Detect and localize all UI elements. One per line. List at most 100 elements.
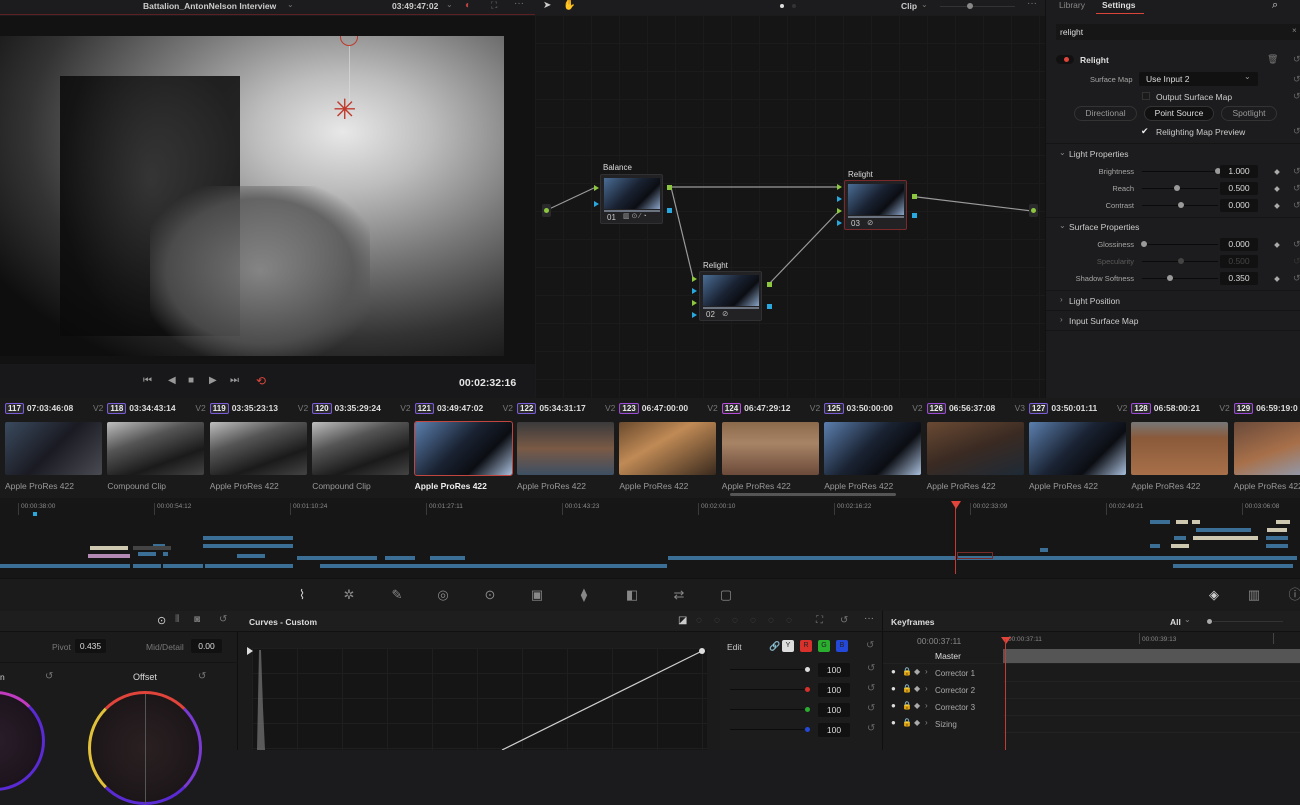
- clip-item[interactable]: 125 03:50:00:00 V2 Apple ProRes 422: [819, 398, 923, 498]
- link-icon[interactable]: 🔗: [769, 641, 780, 652]
- light-type-directional[interactable]: Directional: [1074, 106, 1137, 121]
- clip-item[interactable]: 118 03:34:43:14 V2 Compound Clip: [102, 398, 206, 498]
- lock-icon[interactable]: 🔒: [902, 701, 912, 710]
- mini-timeline[interactable]: 00:00:38:00 00:00:54:12 00:01:10:24 00:01:2…: [0, 493, 1300, 578]
- keyframe-playhead-handle[interactable]: [1001, 637, 1011, 644]
- curve-start-point[interactable]: [247, 647, 253, 655]
- viewer[interactable]: ✳: [0, 16, 535, 364]
- reset-icon[interactable]: ↺: [1293, 126, 1300, 137]
- param-slider[interactable]: [1142, 278, 1218, 279]
- expand-icon[interactable]: ⛶: [816, 615, 823, 626]
- intensity-slider[interactable]: [730, 669, 804, 670]
- timeline-clip-segment[interactable]: [1174, 536, 1186, 540]
- param-value-field[interactable]: 0.000: [1220, 199, 1258, 212]
- track-enable-dot[interactable]: ●: [891, 667, 896, 676]
- param-slider-knob[interactable]: [1174, 185, 1181, 191]
- intensity-knob[interactable]: [805, 687, 810, 692]
- intensity-knob[interactable]: [805, 667, 810, 672]
- keyframe-diamond-icon[interactable]: ◆: [914, 701, 920, 710]
- more-options-icon[interactable]: ···: [864, 613, 874, 624]
- clip-thumbnail[interactable]: [107, 422, 205, 475]
- node-output-rgb[interactable]: [667, 185, 672, 190]
- keyframe-lane[interactable]: [1003, 665, 1300, 682]
- keyframe-lane[interactable]: [1003, 682, 1300, 699]
- timeline-clip-segment[interactable]: [0, 564, 15, 568]
- timeline-clip-segment[interactable]: [1176, 520, 1188, 524]
- reset-icon[interactable]: ↺: [45, 671, 53, 682]
- tab-library[interactable]: Library: [1059, 0, 1085, 10]
- clip-thumbnail[interactable]: [209, 422, 307, 475]
- keyframe-track-row[interactable]: ● 🔒 ◆ › Corrector 3: [883, 699, 1003, 716]
- reset-icon[interactable]: ↺: [1293, 166, 1300, 177]
- node-input-alpha-2[interactable]: [837, 220, 842, 226]
- reset-icon[interactable]: ↺: [867, 683, 875, 694]
- param-value-field[interactable]: 0.500: [1220, 182, 1258, 195]
- reset-icon[interactable]: ↺: [219, 614, 227, 625]
- param-slider-knob[interactable]: [1178, 202, 1184, 208]
- loop-icon[interactable]: ⟲: [256, 374, 266, 388]
- node-input-rgb[interactable]: [692, 276, 697, 282]
- clips-scrollbar[interactable]: [730, 493, 896, 496]
- timeline-clip-segment[interactable]: [1150, 520, 1170, 524]
- pivot-field[interactable]: 0.435: [75, 639, 106, 653]
- node-output-alpha[interactable]: [767, 304, 772, 309]
- clip-item[interactable]: 123 06:47:00:00 V2 Apple ProRes 422: [614, 398, 718, 498]
- channel-g-toggle[interactable]: G: [818, 640, 830, 652]
- node-output-rgb[interactable]: [912, 194, 917, 199]
- track-enable-dot[interactable]: ●: [891, 684, 896, 693]
- clip-item[interactable]: 127 03:50:01:11 V2 Apple ProRes 422: [1024, 398, 1127, 498]
- zoom-slider[interactable]: [940, 6, 1015, 7]
- timeline-clip-segment[interactable]: [1266, 536, 1288, 540]
- param-value-field[interactable]: 0.000: [1220, 238, 1258, 251]
- clip-item[interactable]: 120 03:35:29:24 V2 Compound Clip: [307, 398, 411, 498]
- clip-item[interactable]: 124 06:47:29:12 V2 Apple ProRes 422: [717, 398, 820, 498]
- timeline-clip-segment[interactable]: [997, 556, 1297, 560]
- clip-thumbnail[interactable]: [312, 422, 410, 475]
- clip-item[interactable]: 128 06:58:00:21 V2 Apple ProRes 422: [1126, 398, 1230, 498]
- node-input-alpha[interactable]: [594, 201, 599, 207]
- keyframe-diamond-icon[interactable]: ◆: [914, 684, 920, 693]
- keyframe-zoom-slider[interactable]: [1213, 621, 1283, 622]
- lum-vs-sat-icon[interactable]: ◌: [750, 615, 756, 626]
- channel-r-toggle[interactable]: R: [800, 640, 812, 652]
- lock-icon[interactable]: 🔒: [902, 667, 912, 676]
- skip-end-icon[interactable]: ⏭: [230, 375, 239, 386]
- clip-item[interactable]: 117 07:03:46:08 V2 Apple ProRes 422: [0, 398, 103, 498]
- clip-thumbnail[interactable]: [517, 422, 614, 475]
- node-output-rgb[interactable]: [767, 282, 772, 287]
- reset-icon[interactable]: ↺: [1293, 74, 1300, 85]
- reset-icon[interactable]: ↺: [1293, 239, 1300, 250]
- param-slider-knob[interactable]: [1178, 258, 1184, 264]
- sat-vs-lum-icon[interactable]: ◌: [786, 615, 792, 626]
- playhead-handle[interactable]: [951, 501, 961, 509]
- keyframe-track-row[interactable]: ● 🔒 ◆ › Corrector 2: [883, 682, 1003, 699]
- input-surface-map-header[interactable]: Input Surface Map: [1069, 316, 1138, 326]
- play-icon[interactable]: ▶: [209, 375, 217, 386]
- lock-icon[interactable]: 🔒: [902, 684, 912, 693]
- intensity-slider[interactable]: [730, 709, 804, 710]
- timeline-clip-segment[interactable]: [1266, 544, 1288, 548]
- zoom-slider-knob[interactable]: [967, 3, 973, 9]
- master-keyframe-bar[interactable]: [1003, 649, 1300, 663]
- magic-mask-icon[interactable]: ▣: [530, 588, 544, 602]
- more-options-icon[interactable]: ···: [1027, 0, 1037, 9]
- keyframe-diamond-icon[interactable]: ◆: [914, 667, 920, 676]
- keyframe-diamond-icon[interactable]: [1274, 259, 1280, 265]
- gain-wheel[interactable]: [0, 691, 45, 791]
- intensity-slider[interactable]: [730, 729, 804, 730]
- timeline-clip-segment[interactable]: [203, 544, 293, 548]
- tracker-icon[interactable]: ⊙: [483, 588, 497, 602]
- hue-vs-lum-icon[interactable]: ◌: [732, 615, 738, 626]
- intensity-field[interactable]: 100: [818, 703, 850, 717]
- reset-icon[interactable]: ↺: [867, 663, 875, 674]
- intensity-slider[interactable]: [730, 689, 804, 690]
- param-value-field[interactable]: 0.350: [1220, 272, 1258, 285]
- fullscreen-icon[interactable]: ⛶: [491, 0, 497, 11]
- chevron-down-icon[interactable]: ⌄: [1059, 221, 1066, 230]
- chevron-down-icon[interactable]: ⌄: [1184, 615, 1191, 624]
- step-back-icon[interactable]: ◀: [168, 375, 176, 386]
- reset-icon[interactable]: ↺: [866, 640, 874, 651]
- track-enable-dot[interactable]: ●: [891, 701, 896, 710]
- node-02[interactable]: 02 ⊘: [699, 271, 762, 321]
- qualifier-icon[interactable]: ✎: [390, 588, 404, 602]
